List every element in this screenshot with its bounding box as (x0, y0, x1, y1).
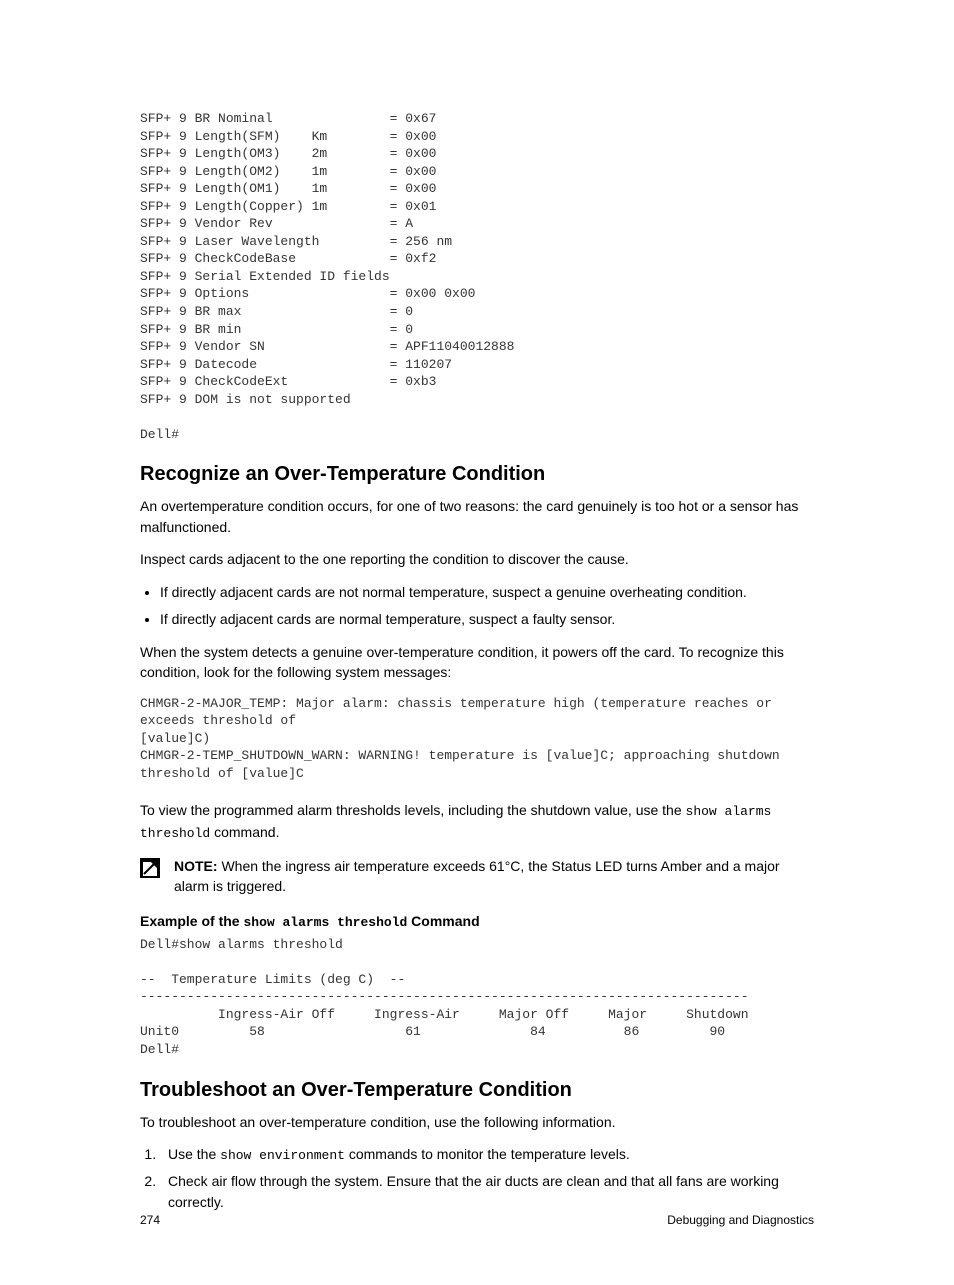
text-run: commands to monitor the temperature leve… (345, 1146, 630, 1162)
note-text: NOTE: When the ingress air temperature e… (174, 856, 814, 897)
document-page: SFP+ 9 BR Nominal = 0x67 SFP+ 9 Length(S… (0, 0, 954, 1285)
example-output-block: Dell#show alarms threshold -- Temperatur… (140, 936, 814, 1059)
inline-code-example: show alarms threshold (243, 915, 407, 930)
example-label: Example of the show alarms threshold Com… (140, 913, 814, 930)
text-run: Use the (168, 1146, 220, 1162)
page-number: 274 (140, 1213, 160, 1227)
inline-code-show-env: show environment (220, 1148, 345, 1163)
step-item: Check air flow through the system. Ensur… (160, 1171, 814, 1213)
para-inspect: Inspect cards adjacent to the one report… (140, 549, 814, 569)
note-icon (140, 858, 160, 878)
note-body: When the ingress air temperature exceeds… (174, 858, 780, 894)
text-run: Example of the (140, 913, 243, 929)
section-heading-troubleshoot: Troubleshoot an Over-Temperature Conditi… (140, 1079, 814, 1102)
system-messages-block: CHMGR-2-MAJOR_TEMP: Major alarm: chassis… (140, 695, 814, 783)
text-run: Command (407, 913, 479, 929)
note-block: NOTE: When the ingress air temperature e… (140, 856, 814, 897)
footer-section-title: Debugging and Diagnostics (667, 1213, 814, 1227)
para-recognize-intro: An overtemperature condition occurs, for… (140, 496, 814, 537)
text-run: To view the programmed alarm thresholds … (140, 802, 686, 818)
page-footer: 274 Debugging and Diagnostics (140, 1213, 814, 1227)
section-heading-recognize: Recognize an Over-Temperature Condition (140, 463, 814, 486)
note-label: NOTE: (174, 858, 218, 874)
bullet-item: If directly adjacent cards are normal te… (160, 608, 814, 630)
text-run: command. (210, 824, 279, 840)
para-view-thresholds: To view the programmed alarm thresholds … (140, 800, 814, 844)
para-system-detects: When the system detects a genuine over-t… (140, 642, 814, 683)
sfp-output-block: SFP+ 9 BR Nominal = 0x67 SFP+ 9 Length(S… (140, 110, 814, 443)
steps-list: Use the show environment commands to mon… (140, 1144, 814, 1214)
bullet-item: If directly adjacent cards are not norma… (160, 581, 814, 603)
bullet-list-conditions: If directly adjacent cards are not norma… (140, 581, 814, 630)
para-troubleshoot-intro: To troubleshoot an over-temperature cond… (140, 1112, 814, 1132)
step-item: Use the show environment commands to mon… (160, 1144, 814, 1166)
